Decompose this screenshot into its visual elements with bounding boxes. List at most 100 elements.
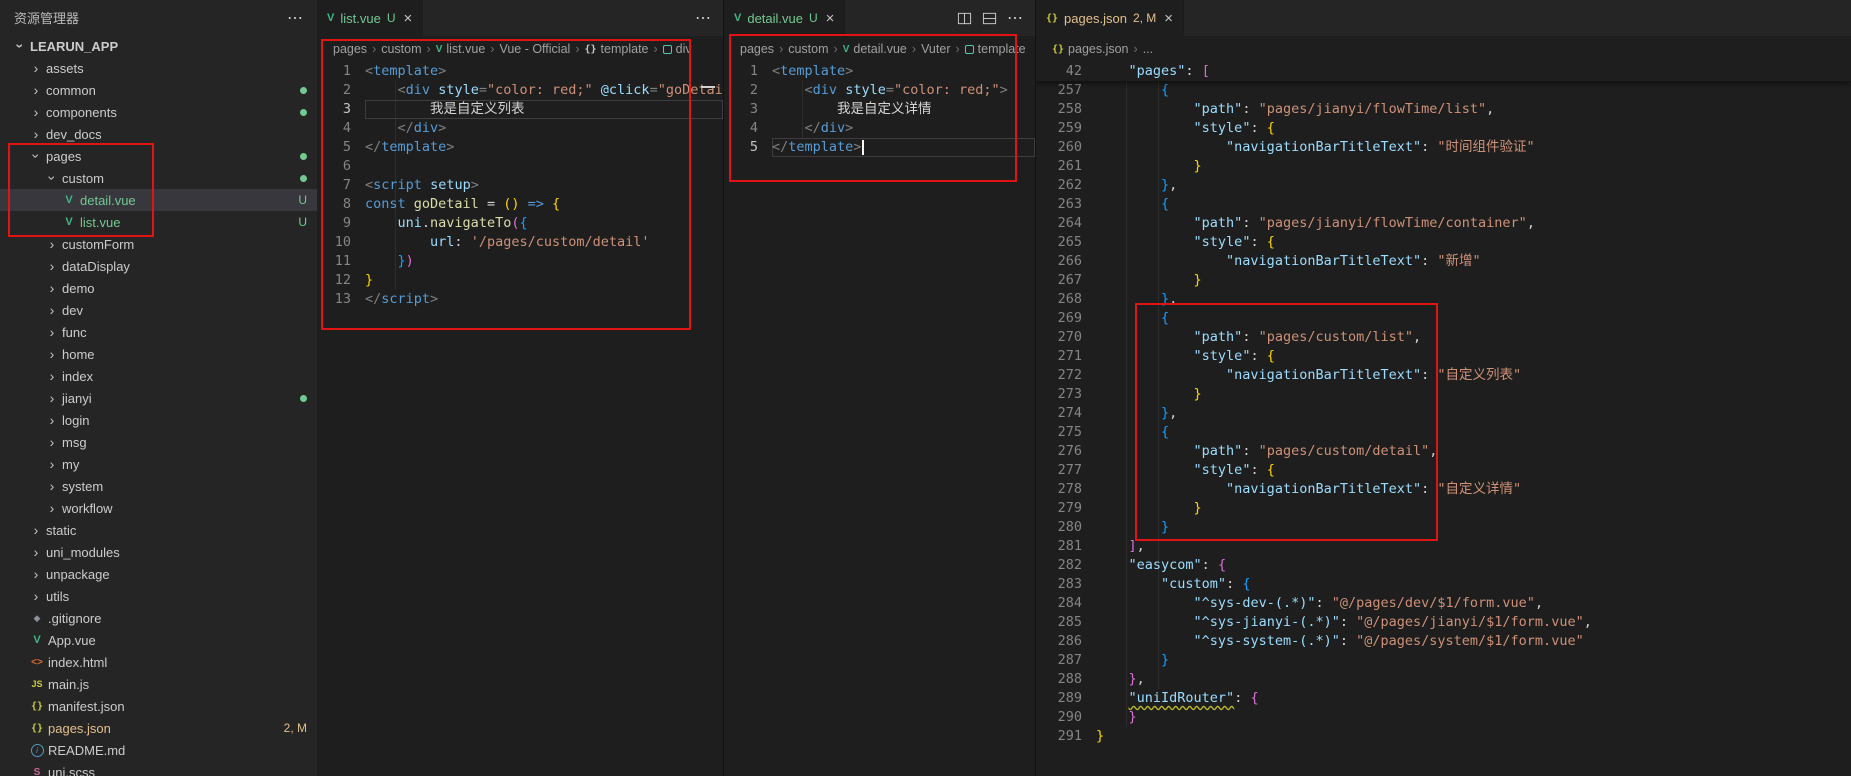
tree-item-common[interactable]: ›common	[0, 79, 317, 101]
chevron-right-icon[interactable]: ›	[28, 126, 44, 142]
sticky-line[interactable]: 42 "pages": [	[1036, 62, 1851, 81]
split-editor-icon[interactable]	[957, 11, 972, 26]
tree-item-dev[interactable]: ›dev	[0, 299, 317, 321]
code-line[interactable]: 269 {	[1036, 309, 1851, 328]
tab-pages-json[interactable]: {}pages.json2, M×	[1036, 0, 1184, 36]
code-line[interactable]: 11 })	[317, 252, 723, 271]
code-line[interactable]: 265 "style": {	[1036, 233, 1851, 252]
close-icon[interactable]: ×	[403, 10, 412, 27]
chevron-down-icon[interactable]: ›	[12, 38, 28, 54]
code-line[interactable]: 278 "navigationBarTitleText": "自定义详情"	[1036, 480, 1851, 499]
tree-item-utils[interactable]: ›utils	[0, 585, 317, 607]
chevron-right-icon[interactable]: ›	[44, 236, 60, 252]
code-line[interactable]: 268 },	[1036, 290, 1851, 309]
breadcrumb-item[interactable]: div	[663, 42, 692, 56]
code-line[interactable]: 271 "style": {	[1036, 347, 1851, 366]
code-line[interactable]: 283 "custom": {	[1036, 575, 1851, 594]
tab-detail-vue[interactable]: Vdetail.vueU×	[724, 0, 845, 36]
code-line[interactable]: 274 },	[1036, 404, 1851, 423]
tree-item-index.html[interactable]: <>index.html	[0, 651, 317, 673]
breadcrumb-item[interactable]: Vue - Official	[499, 42, 570, 56]
chevron-right-icon[interactable]: ›	[28, 566, 44, 582]
tree-item-customform[interactable]: ›customForm	[0, 233, 317, 255]
code-line[interactable]: 291}	[1036, 727, 1851, 746]
tree-item-static[interactable]: ›static	[0, 519, 317, 541]
code-line[interactable]: 261 }	[1036, 157, 1851, 176]
tab-list-vue[interactable]: Vlist.vueU×	[317, 0, 423, 36]
chevron-right-icon[interactable]: ›	[44, 302, 60, 318]
tree-item-readme.md[interactable]: iREADME.md	[0, 739, 317, 761]
chevron-right-icon[interactable]: ›	[44, 412, 60, 428]
chevron-right-icon[interactable]: ›	[44, 258, 60, 274]
tree-item-my[interactable]: ›my	[0, 453, 317, 475]
code-line[interactable]: 279 }	[1036, 499, 1851, 518]
code-line[interactable]: 2 <div style="color: red;" @click="goDet…	[317, 81, 723, 100]
code-line[interactable]: 5</template>	[724, 138, 1035, 157]
tree-item-demo[interactable]: ›demo	[0, 277, 317, 299]
chevron-right-icon[interactable]: ›	[28, 104, 44, 120]
tree-item-custom[interactable]: ›custom	[0, 167, 317, 189]
breadcrumb-item[interactable]: ...	[1143, 42, 1153, 56]
tree-item-index[interactable]: ›index	[0, 365, 317, 387]
code-line[interactable]: 290 }	[1036, 708, 1851, 727]
chevron-right-icon[interactable]: ›	[44, 346, 60, 362]
chevron-right-icon[interactable]: ›	[44, 434, 60, 450]
code-line[interactable]: 286 "^sys-system-(.*)": "@/pages/system/…	[1036, 632, 1851, 651]
code-line[interactable]: 1<template>	[317, 62, 723, 81]
tree-item-datadisplay[interactable]: ›dataDisplay	[0, 255, 317, 277]
tree-item-unpackage[interactable]: ›unpackage	[0, 563, 317, 585]
code-line[interactable]: 287 }	[1036, 651, 1851, 670]
code-line[interactable]: 12}	[317, 271, 723, 290]
code-line[interactable]: 288 },	[1036, 670, 1851, 689]
breadcrumb-item[interactable]: {}pages.json	[1052, 42, 1129, 56]
code-line[interactable]: 273 }	[1036, 385, 1851, 404]
code-line[interactable]: 275 {	[1036, 423, 1851, 442]
code-line[interactable]: 1<template>	[724, 62, 1035, 81]
code-editor[interactable]: 42 "pages": [257 {258 "path": "pages/jia…	[1036, 62, 1851, 776]
code-editor[interactable]: 1<template>2 <div style="color: red;">3 …	[724, 62, 1035, 776]
code-line[interactable]: 4 </div>	[724, 119, 1035, 138]
chevron-right-icon[interactable]: ›	[28, 588, 44, 604]
chevron-right-icon[interactable]: ›	[28, 60, 44, 76]
chevron-down-icon[interactable]: ›	[44, 170, 60, 186]
tree-item-learun_app[interactable]: ›LEARUN_APP	[0, 35, 317, 57]
chevron-right-icon[interactable]: ›	[28, 522, 44, 538]
chevron-right-icon[interactable]: ›	[28, 82, 44, 98]
code-line[interactable]: 285 "^sys-jianyi-(.*)": "@/pages/jianyi/…	[1036, 613, 1851, 632]
breadcrumb-item[interactable]: Vlist.vue	[436, 42, 486, 56]
code-line[interactable]: 267 }	[1036, 271, 1851, 290]
breadcrumb-item[interactable]: custom	[788, 42, 828, 56]
code-line[interactable]: 8const goDetail = () => {	[317, 195, 723, 214]
breadcrumb-item[interactable]: pages	[740, 42, 774, 56]
tree-item-dev_docs[interactable]: ›dev_docs	[0, 123, 317, 145]
code-line[interactable]: 2 <div style="color: red;">	[724, 81, 1035, 100]
tree-item-main.js[interactable]: JSmain.js	[0, 673, 317, 695]
code-line[interactable]: 3 我是自定义详情	[724, 100, 1035, 119]
chevron-right-icon[interactable]: ›	[44, 368, 60, 384]
breadcrumb-item[interactable]: Vdetail.vue	[843, 42, 907, 56]
close-icon[interactable]: ×	[826, 10, 835, 27]
more-actions-icon[interactable]: ⋯	[287, 8, 303, 28]
chevron-right-icon[interactable]: ›	[28, 544, 44, 560]
tree-item-app.vue[interactable]: VApp.vue	[0, 629, 317, 651]
editor-layout-icon[interactable]	[982, 11, 997, 26]
code-line[interactable]: 13</script>	[317, 290, 723, 309]
code-line[interactable]: 272 "navigationBarTitleText": "自定义列表"	[1036, 366, 1851, 385]
tree-item-workflow[interactable]: ›workflow	[0, 497, 317, 519]
chevron-right-icon[interactable]: ›	[44, 324, 60, 340]
tree-item-msg[interactable]: ›msg	[0, 431, 317, 453]
code-line[interactable]: 263 {	[1036, 195, 1851, 214]
chevron-right-icon[interactable]: ›	[44, 500, 60, 516]
chevron-right-icon[interactable]: ›	[44, 280, 60, 296]
code-line[interactable]: 270 "path": "pages/custom/list",	[1036, 328, 1851, 347]
chevron-right-icon[interactable]: ›	[44, 478, 60, 494]
tree-item-uni.scss[interactable]: Suni.scss	[0, 761, 317, 776]
code-line[interactable]: 276 "path": "pages/custom/detail",	[1036, 442, 1851, 461]
code-line[interactable]: 282 "easycom": {	[1036, 556, 1851, 575]
code-line[interactable]: 4 </div>	[317, 119, 723, 138]
code-editor[interactable]: 1<template>2 <div style="color: red;" @c…	[317, 62, 723, 776]
chevron-right-icon[interactable]: ›	[44, 390, 60, 406]
tree-item-list.vue[interactable]: Vlist.vueU	[0, 211, 317, 233]
code-line[interactable]: 266 "navigationBarTitleText": "新增"	[1036, 252, 1851, 271]
code-line[interactable]: 10 url: '/pages/custom/detail'	[317, 233, 723, 252]
